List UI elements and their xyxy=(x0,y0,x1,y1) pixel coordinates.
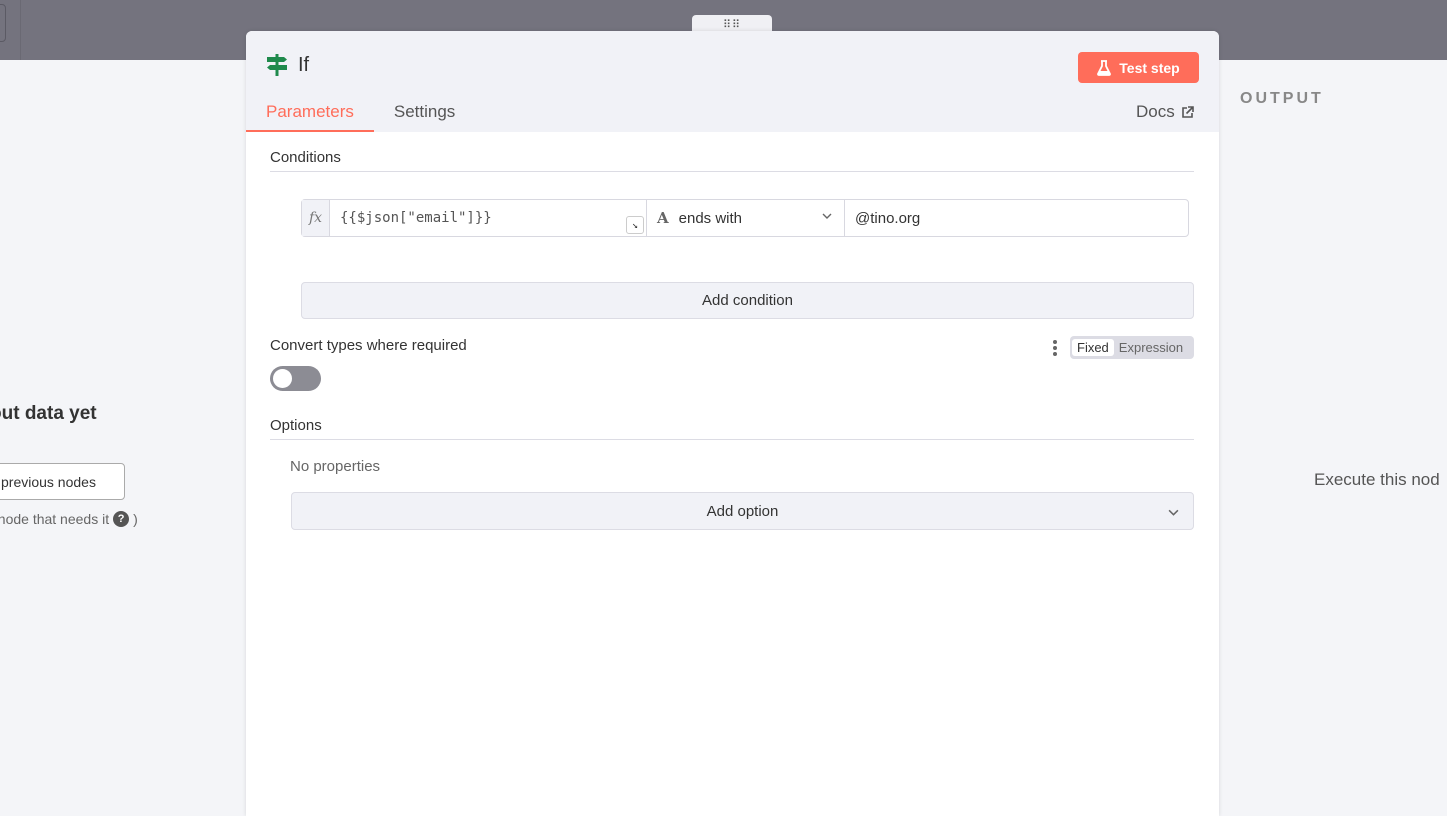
convert-types-label: Convert types where required xyxy=(270,337,467,354)
condition-right-value-input[interactable]: @tino.org xyxy=(845,200,1188,236)
conditions-label: Conditions xyxy=(270,149,341,166)
input-panel-hint-text: t node that needs it xyxy=(0,511,110,527)
tab-settings[interactable]: Settings xyxy=(374,95,475,132)
chevron-down-icon xyxy=(1168,509,1179,516)
test-step-button[interactable]: Test step xyxy=(1078,52,1199,83)
node-title[interactable]: If xyxy=(298,54,309,77)
add-condition-button[interactable]: Add condition xyxy=(301,282,1194,319)
condition-left-value-input[interactable]: {{$json["email"]}} ↘ xyxy=(330,200,647,236)
mode-expression[interactable]: Expression xyxy=(1114,339,1188,356)
flask-icon xyxy=(1097,59,1112,76)
canvas-edge-element xyxy=(0,4,6,42)
mode-fixed[interactable]: Fixed xyxy=(1072,339,1114,356)
condition-row: fx {{$json["email"]}} ↘ A ends with @tin… xyxy=(301,199,1189,237)
fixed-expression-switch: Fixed Expression xyxy=(1070,336,1194,359)
options-divider xyxy=(270,439,1194,440)
condition-operator-label: ends with xyxy=(678,209,743,227)
help-icon[interactable]: ? xyxy=(113,511,130,527)
node-tabs: Parameters Settings xyxy=(246,95,475,132)
condition-left-value-text: {{$json["email"]}} xyxy=(340,210,492,226)
input-panel: out data yet previous nodes t node that … xyxy=(0,60,246,816)
input-panel-title: out data yet xyxy=(0,403,97,424)
add-option-label: Add option xyxy=(706,502,779,520)
execute-previous-nodes-button[interactable]: previous nodes xyxy=(0,463,125,500)
expand-editor-icon[interactable]: ↘ xyxy=(626,216,644,234)
toggle-knob xyxy=(273,369,292,388)
add-option-select[interactable]: Add option xyxy=(291,492,1194,530)
chevron-down-icon xyxy=(822,213,832,219)
topbar-divider xyxy=(20,0,21,60)
output-panel: OUTPUT Execute this nod xyxy=(1220,60,1447,816)
fx-icon: fx xyxy=(302,200,330,236)
output-panel-message: Execute this nod xyxy=(1314,470,1440,489)
condition-operator-select[interactable]: A ends with xyxy=(647,200,845,236)
conditions-divider xyxy=(270,171,1194,172)
string-type-icon: A xyxy=(657,209,669,227)
test-step-label: Test step xyxy=(1119,59,1180,76)
node-details-modal: If Test step Parameters Settings Docs Co… xyxy=(246,31,1219,816)
no-properties-text: No properties xyxy=(290,458,381,475)
parameter-options-icon[interactable] xyxy=(1053,340,1057,356)
docs-label: Docs xyxy=(1136,102,1175,121)
tab-parameters[interactable]: Parameters xyxy=(246,95,374,132)
output-panel-title: OUTPUT xyxy=(1240,90,1324,107)
input-panel-hint-suffix: ) xyxy=(133,511,138,527)
docs-link[interactable]: Docs xyxy=(1136,102,1194,122)
modal-header: If Test step Parameters Settings Docs xyxy=(246,31,1219,132)
options-label: Options xyxy=(270,417,322,434)
convert-types-toggle[interactable] xyxy=(270,366,321,391)
external-link-icon xyxy=(1181,105,1194,118)
input-panel-hint: t node that needs it ? ) xyxy=(0,511,138,527)
signpost-icon xyxy=(267,54,287,76)
